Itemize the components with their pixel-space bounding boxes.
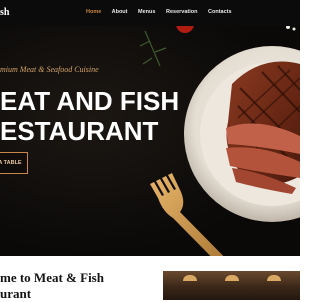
nav-menus[interactable]: Menus	[138, 9, 155, 15]
hero-title-line-1: EAT AND FISH	[0, 86, 180, 116]
welcome-heading: me to Meat & Fish urant	[0, 270, 104, 302]
main-nav: Home About Menus Reservation Contacts	[86, 9, 241, 15]
lamp-icon	[267, 275, 281, 281]
herb-sprig-icon	[139, 30, 167, 67]
welcome-heading-line-1: me to Meat & Fish	[0, 270, 104, 285]
lamp-icon	[183, 275, 197, 281]
nav-home[interactable]: Home	[86, 9, 101, 15]
book-table-button[interactable]: A TABLE	[0, 152, 28, 174]
hero-subtitle: mium Meat & Seafood Cuisine	[0, 65, 99, 74]
lamp-icon	[225, 275, 239, 281]
brand-logo[interactable]: sh	[0, 7, 9, 18]
top-navbar: sh Home About Menus Reservation Contacts	[0, 0, 300, 26]
restaurant-interior-photo	[163, 271, 300, 300]
welcome-heading-line-2: urant	[0, 286, 32, 301]
nav-reservation[interactable]: Reservation	[166, 9, 198, 15]
hero-title: EAT AND FISH ESTAURANT	[0, 86, 179, 146]
nav-contacts[interactable]: Contacts	[208, 9, 232, 15]
hero-title-line-2: ESTAURANT	[0, 116, 159, 146]
nav-about[interactable]: About	[112, 9, 128, 15]
hero-section: mium Meat & Seafood Cuisine EAT AND FISH…	[0, 26, 300, 256]
